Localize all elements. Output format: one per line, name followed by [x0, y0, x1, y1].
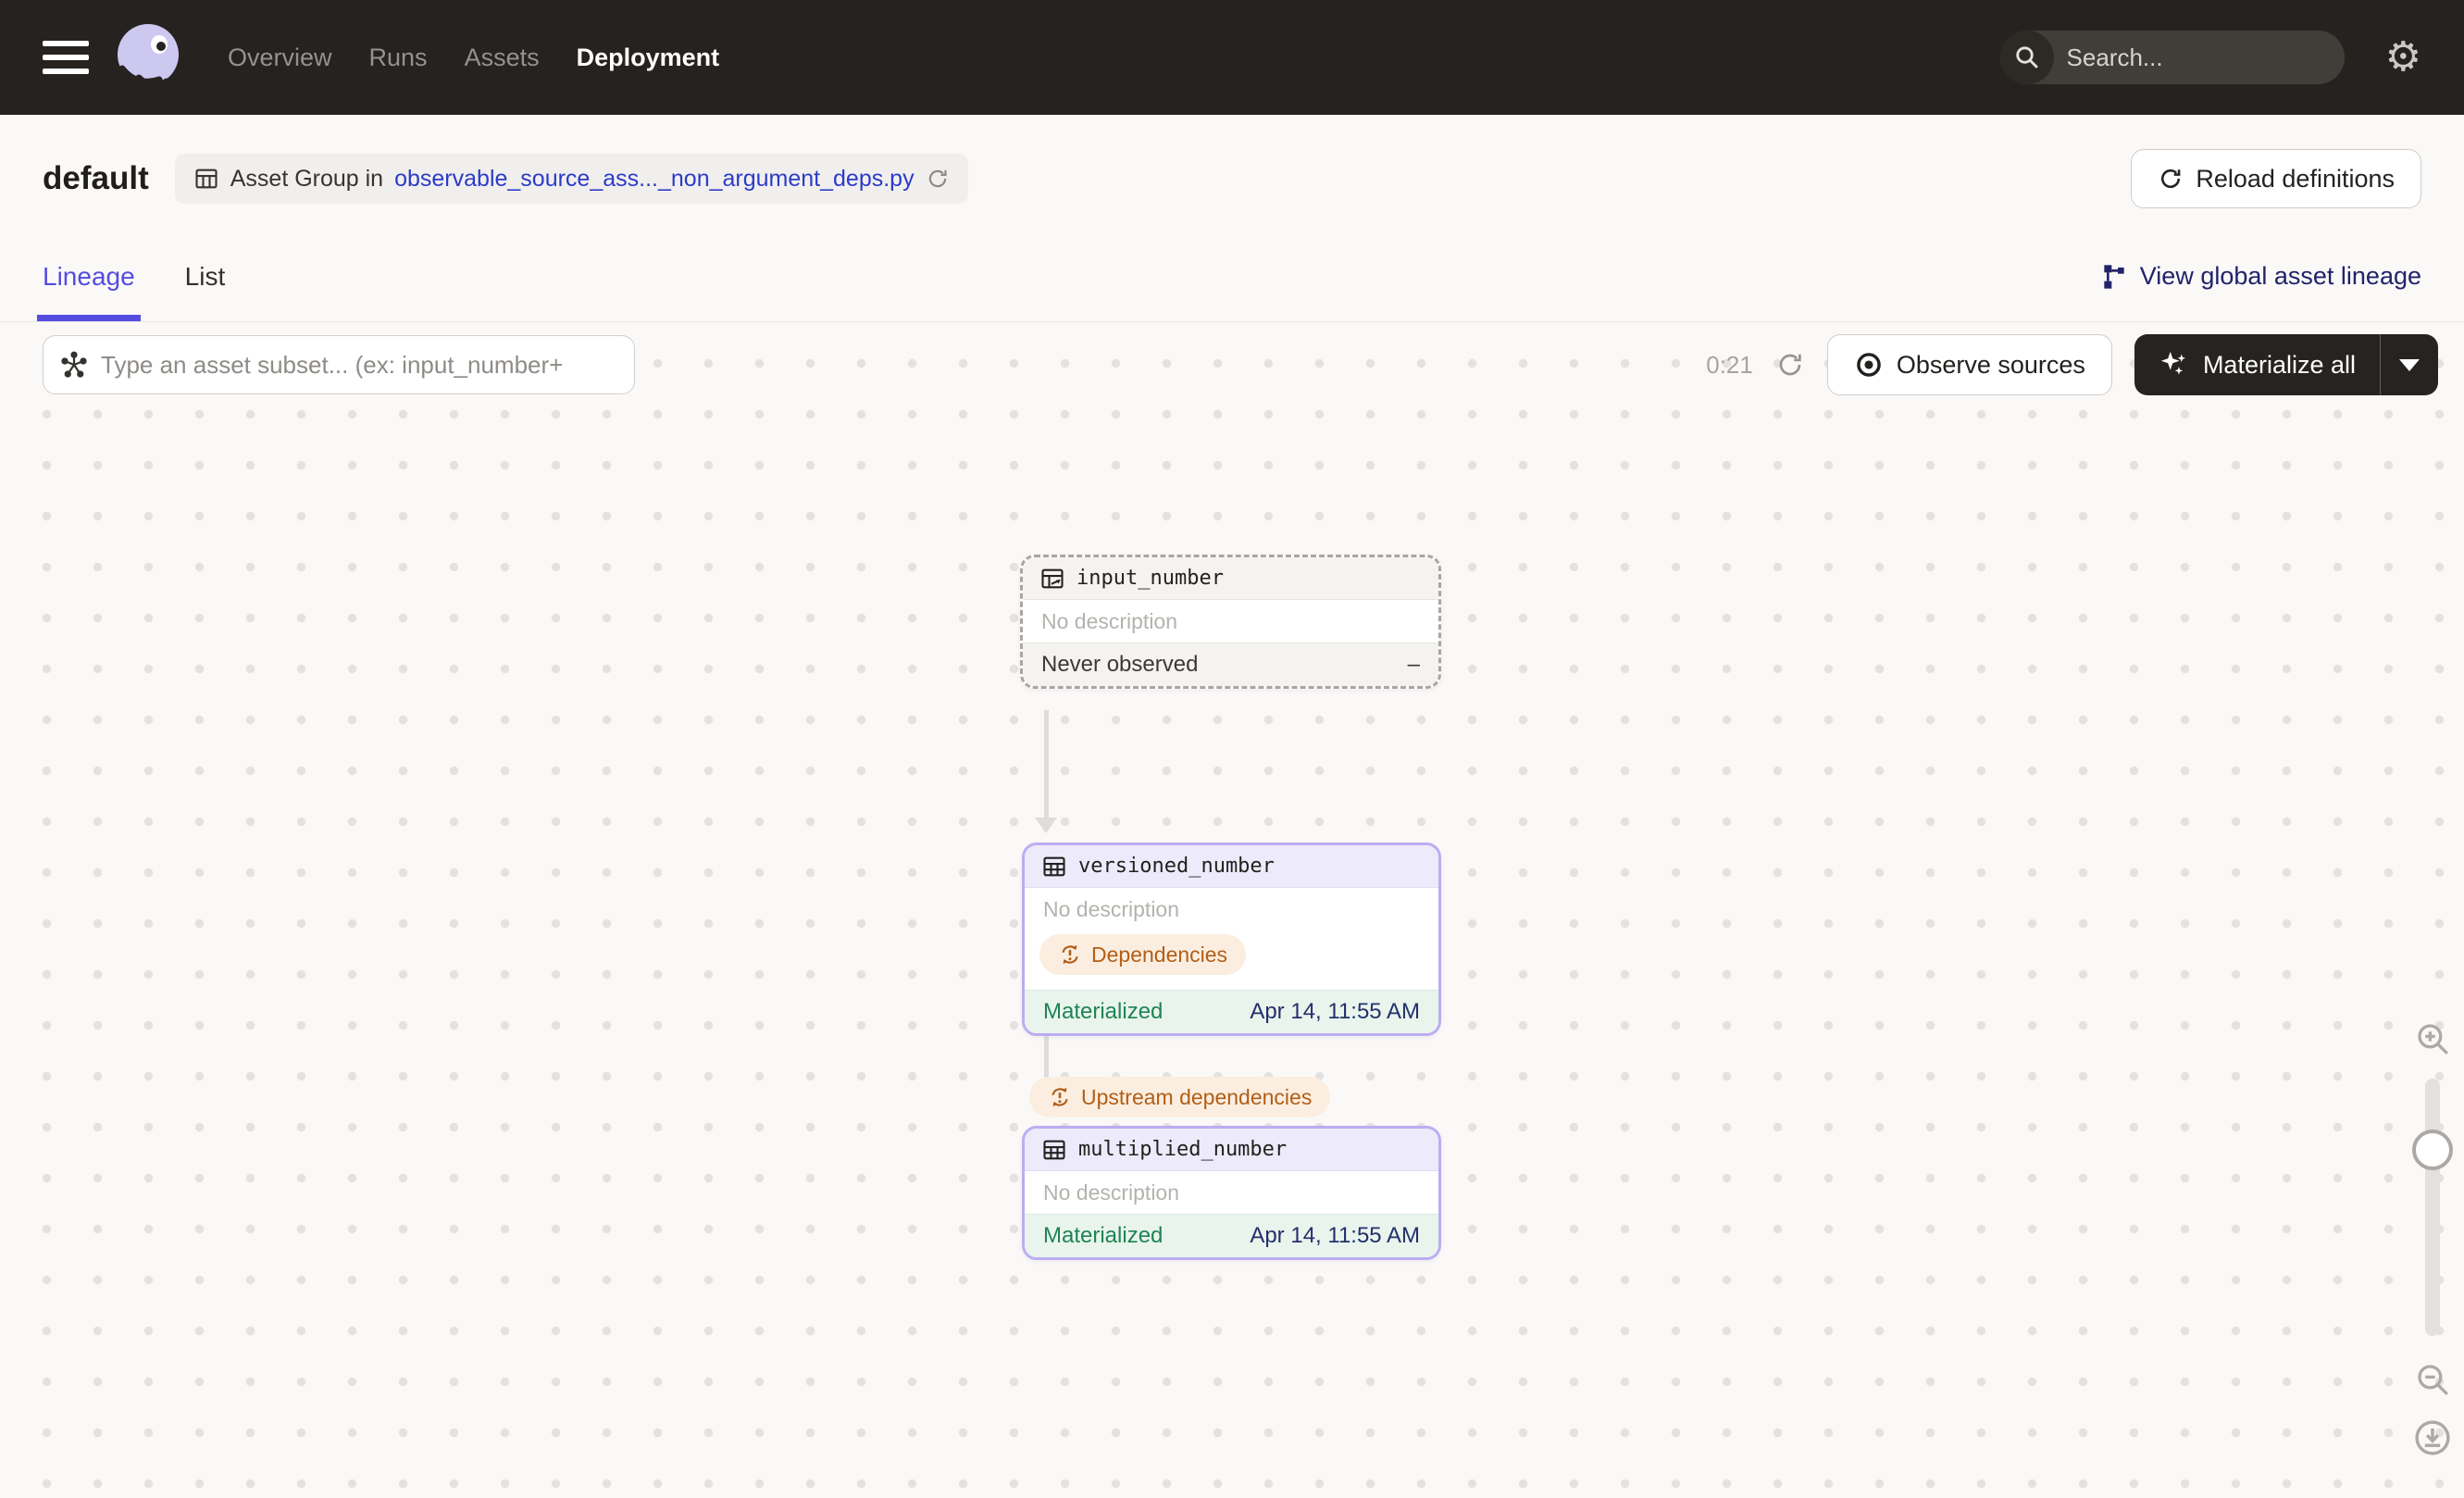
- toolbar-refresh-icon[interactable]: [1775, 350, 1805, 380]
- upstream-dependencies-label: Upstream dependencies: [1081, 1084, 1313, 1109]
- dagster-logo-icon[interactable]: [111, 20, 185, 94]
- download-icon[interactable]: [2412, 1417, 2453, 1458]
- nav-item-deployment[interactable]: Deployment: [577, 44, 720, 72]
- asset-description: No description: [1043, 1180, 1180, 1205]
- search-icon[interactable]: [1999, 31, 2054, 84]
- tabs: Lineage List: [37, 231, 226, 321]
- asset-status-timestamp[interactable]: Apr 14, 11:55 AM: [1250, 1223, 1420, 1249]
- graph-toolbar: 0:21 Observe sources: [43, 334, 2438, 395]
- asset-name: multiplied_number: [1078, 1138, 1288, 1161]
- materialize-all-main[interactable]: Materialize all: [2134, 334, 2380, 395]
- zoom-slider-handle[interactable]: [2412, 1130, 2453, 1170]
- asset-description: No description: [1041, 608, 1178, 633]
- asset-status-row: Never observed –: [1023, 643, 1438, 686]
- dagster-app: Overview Runs Assets Deployment / ⚙ defa…: [0, 0, 2464, 1498]
- table-icon: [1043, 856, 1065, 876]
- nav-item-overview[interactable]: Overview: [228, 44, 332, 72]
- source-table-icon: [1041, 568, 1064, 588]
- asset-name: input_number: [1076, 567, 1224, 590]
- asset-status-timestamp[interactable]: Apr 14, 11:55 AM: [1250, 999, 1420, 1025]
- asset-node-versioned-number[interactable]: versioned_number No description Dependen…: [1022, 843, 1441, 1036]
- asset-status-label: Materialized: [1043, 1223, 1164, 1248]
- zoom-controls: [2412, 1019, 2453, 1458]
- search-input[interactable]: [2053, 43, 2345, 72]
- asset-description: No description: [1043, 896, 1180, 921]
- dependencies-tag-label: Dependencies: [1091, 942, 1228, 967]
- caret-down-icon: [2399, 358, 2420, 371]
- nav-item-runs[interactable]: Runs: [369, 44, 428, 72]
- edge-input-to-versioned: [1044, 710, 1049, 818]
- sync-alert-icon: [1062, 944, 1078, 965]
- asset-group-icon: [195, 169, 218, 189]
- observe-sources-button[interactable]: Observe sources: [1826, 334, 2112, 395]
- eye-icon: [1857, 353, 1881, 377]
- asset-status-label: Never observed: [1041, 652, 1199, 677]
- asset-group-file-link[interactable]: observable_source_ass..._non_argument_de…: [394, 166, 915, 193]
- asset-status-row: Materialized Apr 14, 11:55 AM: [1025, 1214, 1438, 1257]
- asset-name: versioned_number: [1078, 855, 1275, 878]
- tabs-row: Lineage List View global asset lineage: [0, 231, 2464, 322]
- page-header: default Asset Group in observable_source…: [0, 115, 2464, 231]
- asset-node-header: versioned_number: [1025, 845, 1438, 888]
- topnav-right: / ⚙: [1999, 31, 2421, 84]
- upstream-dependencies-tag[interactable]: Upstream dependencies: [1029, 1077, 1331, 1117]
- materialize-dropdown-button[interactable]: [2381, 334, 2438, 395]
- asset-group-badge: Asset Group in observable_source_ass..._…: [174, 154, 968, 204]
- toolbar-right: 0:21 Observe sources Materialize all: [1706, 334, 2438, 395]
- asset-graph-filter-icon: [61, 351, 87, 378]
- view-global-asset-lineage-link[interactable]: View global asset lineage: [2099, 262, 2421, 292]
- lineage-icon: [2104, 264, 2124, 289]
- reload-icon: [2161, 169, 2181, 189]
- tab-lineage[interactable]: Lineage: [37, 231, 141, 321]
- observe-sources-label: Observe sources: [1896, 350, 2085, 379]
- zoom-slider[interactable]: [2412, 1079, 2453, 1336]
- asset-node-header: input_number: [1023, 557, 1438, 600]
- dependencies-tag[interactable]: Dependencies: [1039, 934, 1247, 975]
- asset-status-label: Materialized: [1043, 999, 1164, 1024]
- zoom-out-icon[interactable]: [2413, 1360, 2452, 1399]
- asset-subset-input[interactable]: [101, 350, 617, 380]
- nav-items: Overview Runs Assets Deployment: [228, 44, 719, 72]
- nav-item-assets[interactable]: Assets: [465, 44, 540, 72]
- reload-definitions-button[interactable]: Reload definitions: [2131, 149, 2421, 208]
- sparkle-icon: [2160, 351, 2185, 375]
- asset-filter-box[interactable]: [43, 335, 635, 394]
- sync-alert-icon: [1052, 1087, 1068, 1107]
- tab-list[interactable]: List: [185, 231, 226, 321]
- materialize-all-label: Materialize all: [2202, 350, 2356, 379]
- badge-refresh-icon[interactable]: [926, 167, 950, 191]
- refresh-timer: 0:21: [1706, 350, 1753, 379]
- lineage-canvas[interactable]: 0:21 Observe sources: [0, 323, 2464, 1498]
- asset-group-label: Asset Group in: [230, 165, 384, 192]
- table-icon: [1043, 1140, 1065, 1159]
- asset-tag-row: Dependencies: [1025, 930, 1438, 990]
- materialize-all-button[interactable]: Materialize all: [2134, 334, 2438, 395]
- top-navbar: Overview Runs Assets Deployment / ⚙: [0, 0, 2464, 115]
- asset-node-header: multiplied_number: [1025, 1129, 1438, 1171]
- asset-node-input-number[interactable]: input_number No description Never observ…: [1020, 555, 1441, 689]
- gear-icon[interactable]: ⚙: [2385, 37, 2421, 78]
- edge-arrowhead: [1035, 818, 1057, 833]
- reload-definitions-label: Reload definitions: [2196, 164, 2395, 193]
- search-box[interactable]: /: [1999, 31, 2345, 84]
- page-title: default: [43, 160, 149, 196]
- asset-status-row: Materialized Apr 14, 11:55 AM: [1025, 990, 1438, 1033]
- asset-status-value: –: [1407, 652, 1420, 677]
- asset-node-multiplied-number[interactable]: multiplied_number No description Materia…: [1022, 1126, 1441, 1260]
- hamburger-menu-icon[interactable]: [43, 41, 89, 74]
- zoom-in-icon[interactable]: [2413, 1019, 2452, 1058]
- view-global-asset-lineage-label: View global asset lineage: [2139, 262, 2421, 290]
